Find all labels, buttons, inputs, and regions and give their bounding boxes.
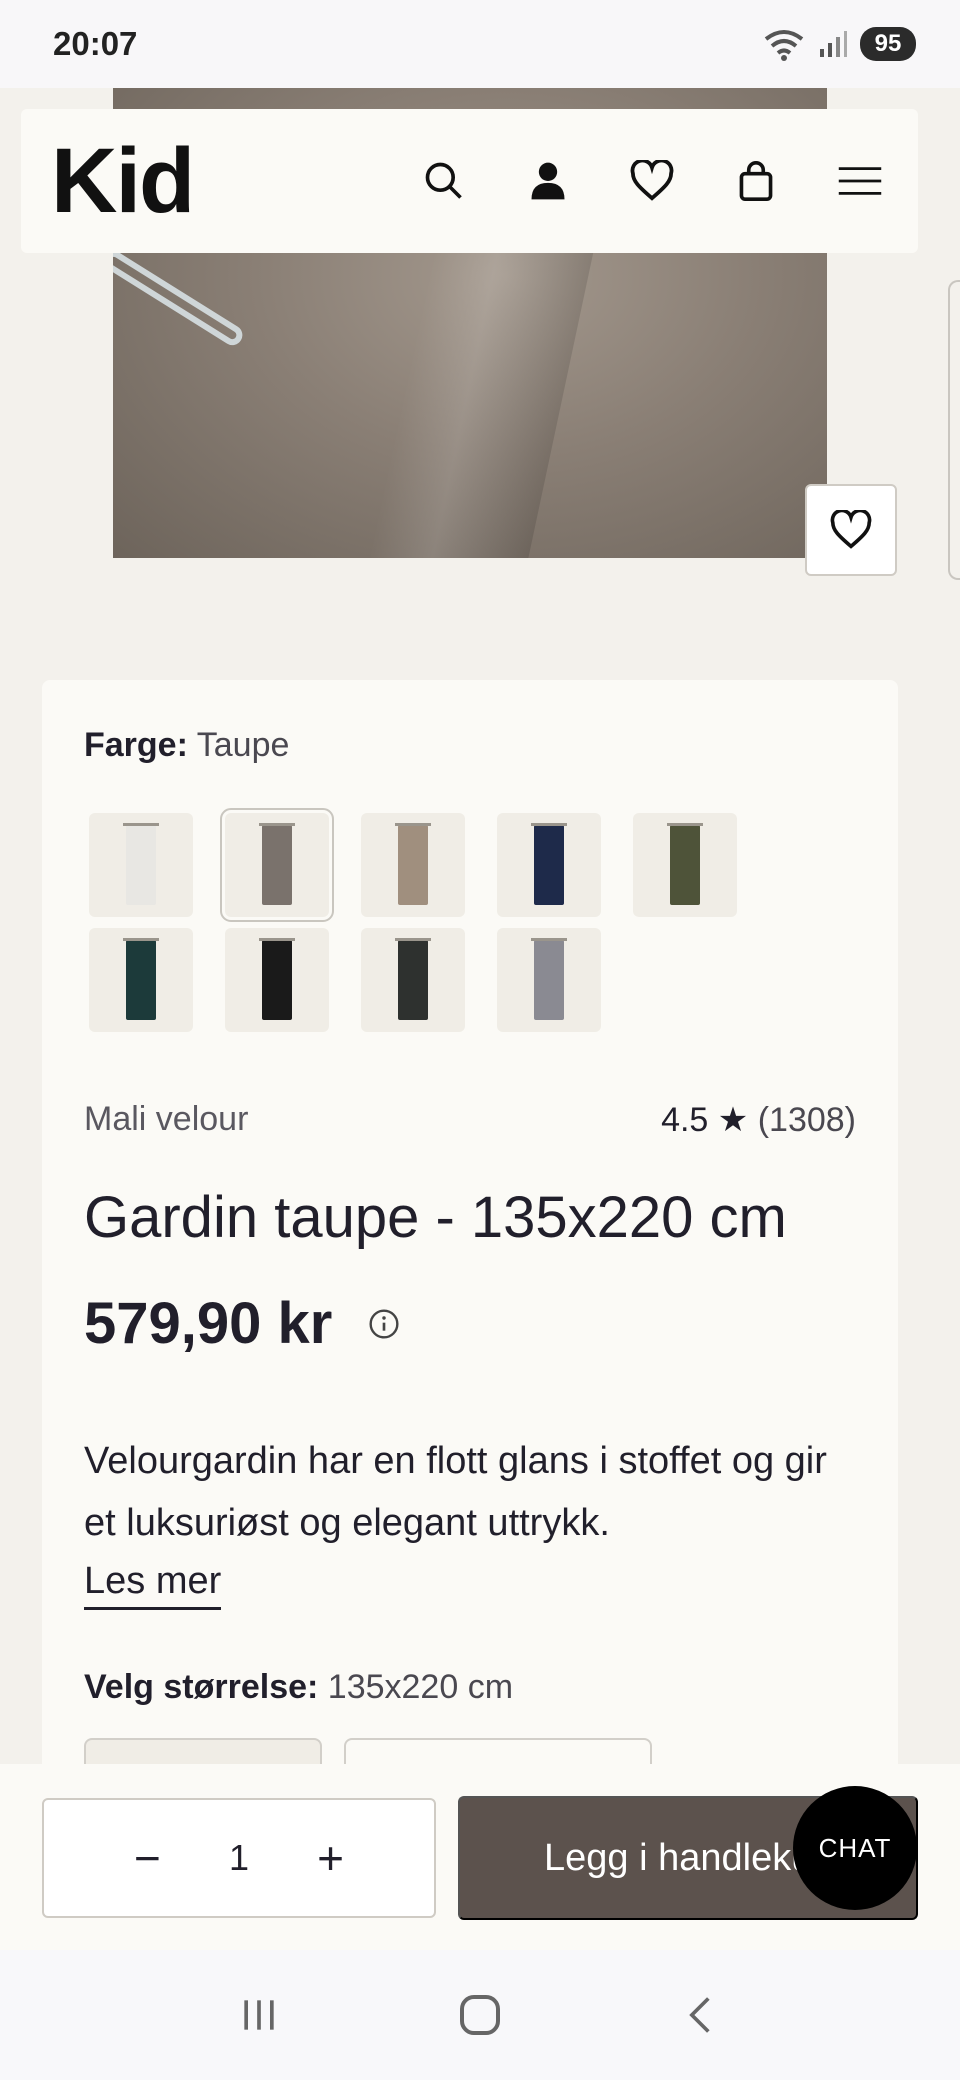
battery-indicator: 95 xyxy=(860,27,916,61)
heart-icon xyxy=(830,510,872,549)
color-selection-label: Farge: Taupe xyxy=(84,726,289,765)
price-row: 579,90 kr xyxy=(84,1290,400,1357)
quantity-stepper: − 1 + xyxy=(42,1798,436,1918)
color-swatch[interactable] xyxy=(89,928,193,1032)
increase-quantity-button[interactable]: + xyxy=(317,1835,344,1881)
system-nav-bar xyxy=(0,1950,960,2080)
product-description: Velourgardin har en flott glans i stoffe… xyxy=(84,1440,827,1544)
wifi-icon xyxy=(764,30,804,61)
back-icon[interactable] xyxy=(679,1991,723,2039)
product-brand: Mali velour xyxy=(84,1100,249,1138)
color-swatch[interactable] xyxy=(633,813,737,917)
info-icon[interactable] xyxy=(368,1308,400,1340)
color-swatch[interactable] xyxy=(361,813,465,917)
color-swatch[interactable] xyxy=(225,928,329,1032)
signal-icon xyxy=(820,31,847,57)
curtain-hook xyxy=(113,247,247,349)
chat-button[interactable]: CHAT xyxy=(793,1786,917,1910)
size-value: 135x220 cm xyxy=(327,1668,514,1706)
shopping-bag-icon[interactable] xyxy=(728,153,784,209)
quantity-value[interactable]: 1 xyxy=(229,1837,249,1879)
size-label: Velg størrelse: xyxy=(84,1668,319,1706)
color-swatch-selected[interactable] xyxy=(220,808,334,922)
color-label: Farge: xyxy=(84,726,188,764)
image-scroll-indicator xyxy=(948,280,960,580)
wishlist-button[interactable] xyxy=(805,484,897,576)
status-icons: 95 xyxy=(762,27,916,61)
color-swatch[interactable] xyxy=(89,813,193,917)
status-bar: 20:07 95 xyxy=(0,0,960,88)
header-icons xyxy=(416,153,888,209)
color-swatch[interactable] xyxy=(361,928,465,1032)
search-icon[interactable] xyxy=(416,153,472,209)
color-swatch[interactable] xyxy=(497,813,601,917)
logo[interactable]: Kid xyxy=(51,135,195,227)
product-price: 579,90 kr xyxy=(84,1291,333,1356)
decrease-quantity-button[interactable]: − xyxy=(134,1835,161,1881)
rating-value: 4.5 xyxy=(661,1101,709,1139)
color-swatch[interactable] xyxy=(497,928,601,1032)
star-icon: ★ xyxy=(717,1101,749,1139)
read-more-link[interactable]: Les mer xyxy=(84,1560,222,1610)
product-title: Gardin taupe - 135x220 cm xyxy=(84,1185,787,1250)
site-header: Kid xyxy=(21,109,918,253)
favorites-icon[interactable] xyxy=(624,153,680,209)
product-rating[interactable]: 4.5 ★ (1308) xyxy=(661,1100,856,1140)
color-value: Taupe xyxy=(196,726,290,764)
review-count: (1308) xyxy=(757,1101,856,1139)
size-selection-label: Velg størrelse: 135x220 cm xyxy=(84,1668,513,1707)
recent-apps-icon[interactable] xyxy=(237,1993,281,2037)
product-meta: Mali velour 4.5 ★ (1308) xyxy=(84,1100,856,1140)
home-icon[interactable] xyxy=(456,1991,504,2039)
account-icon[interactable] xyxy=(520,153,576,209)
status-time: 20:07 xyxy=(53,25,138,62)
menu-icon[interactable] xyxy=(832,153,888,209)
